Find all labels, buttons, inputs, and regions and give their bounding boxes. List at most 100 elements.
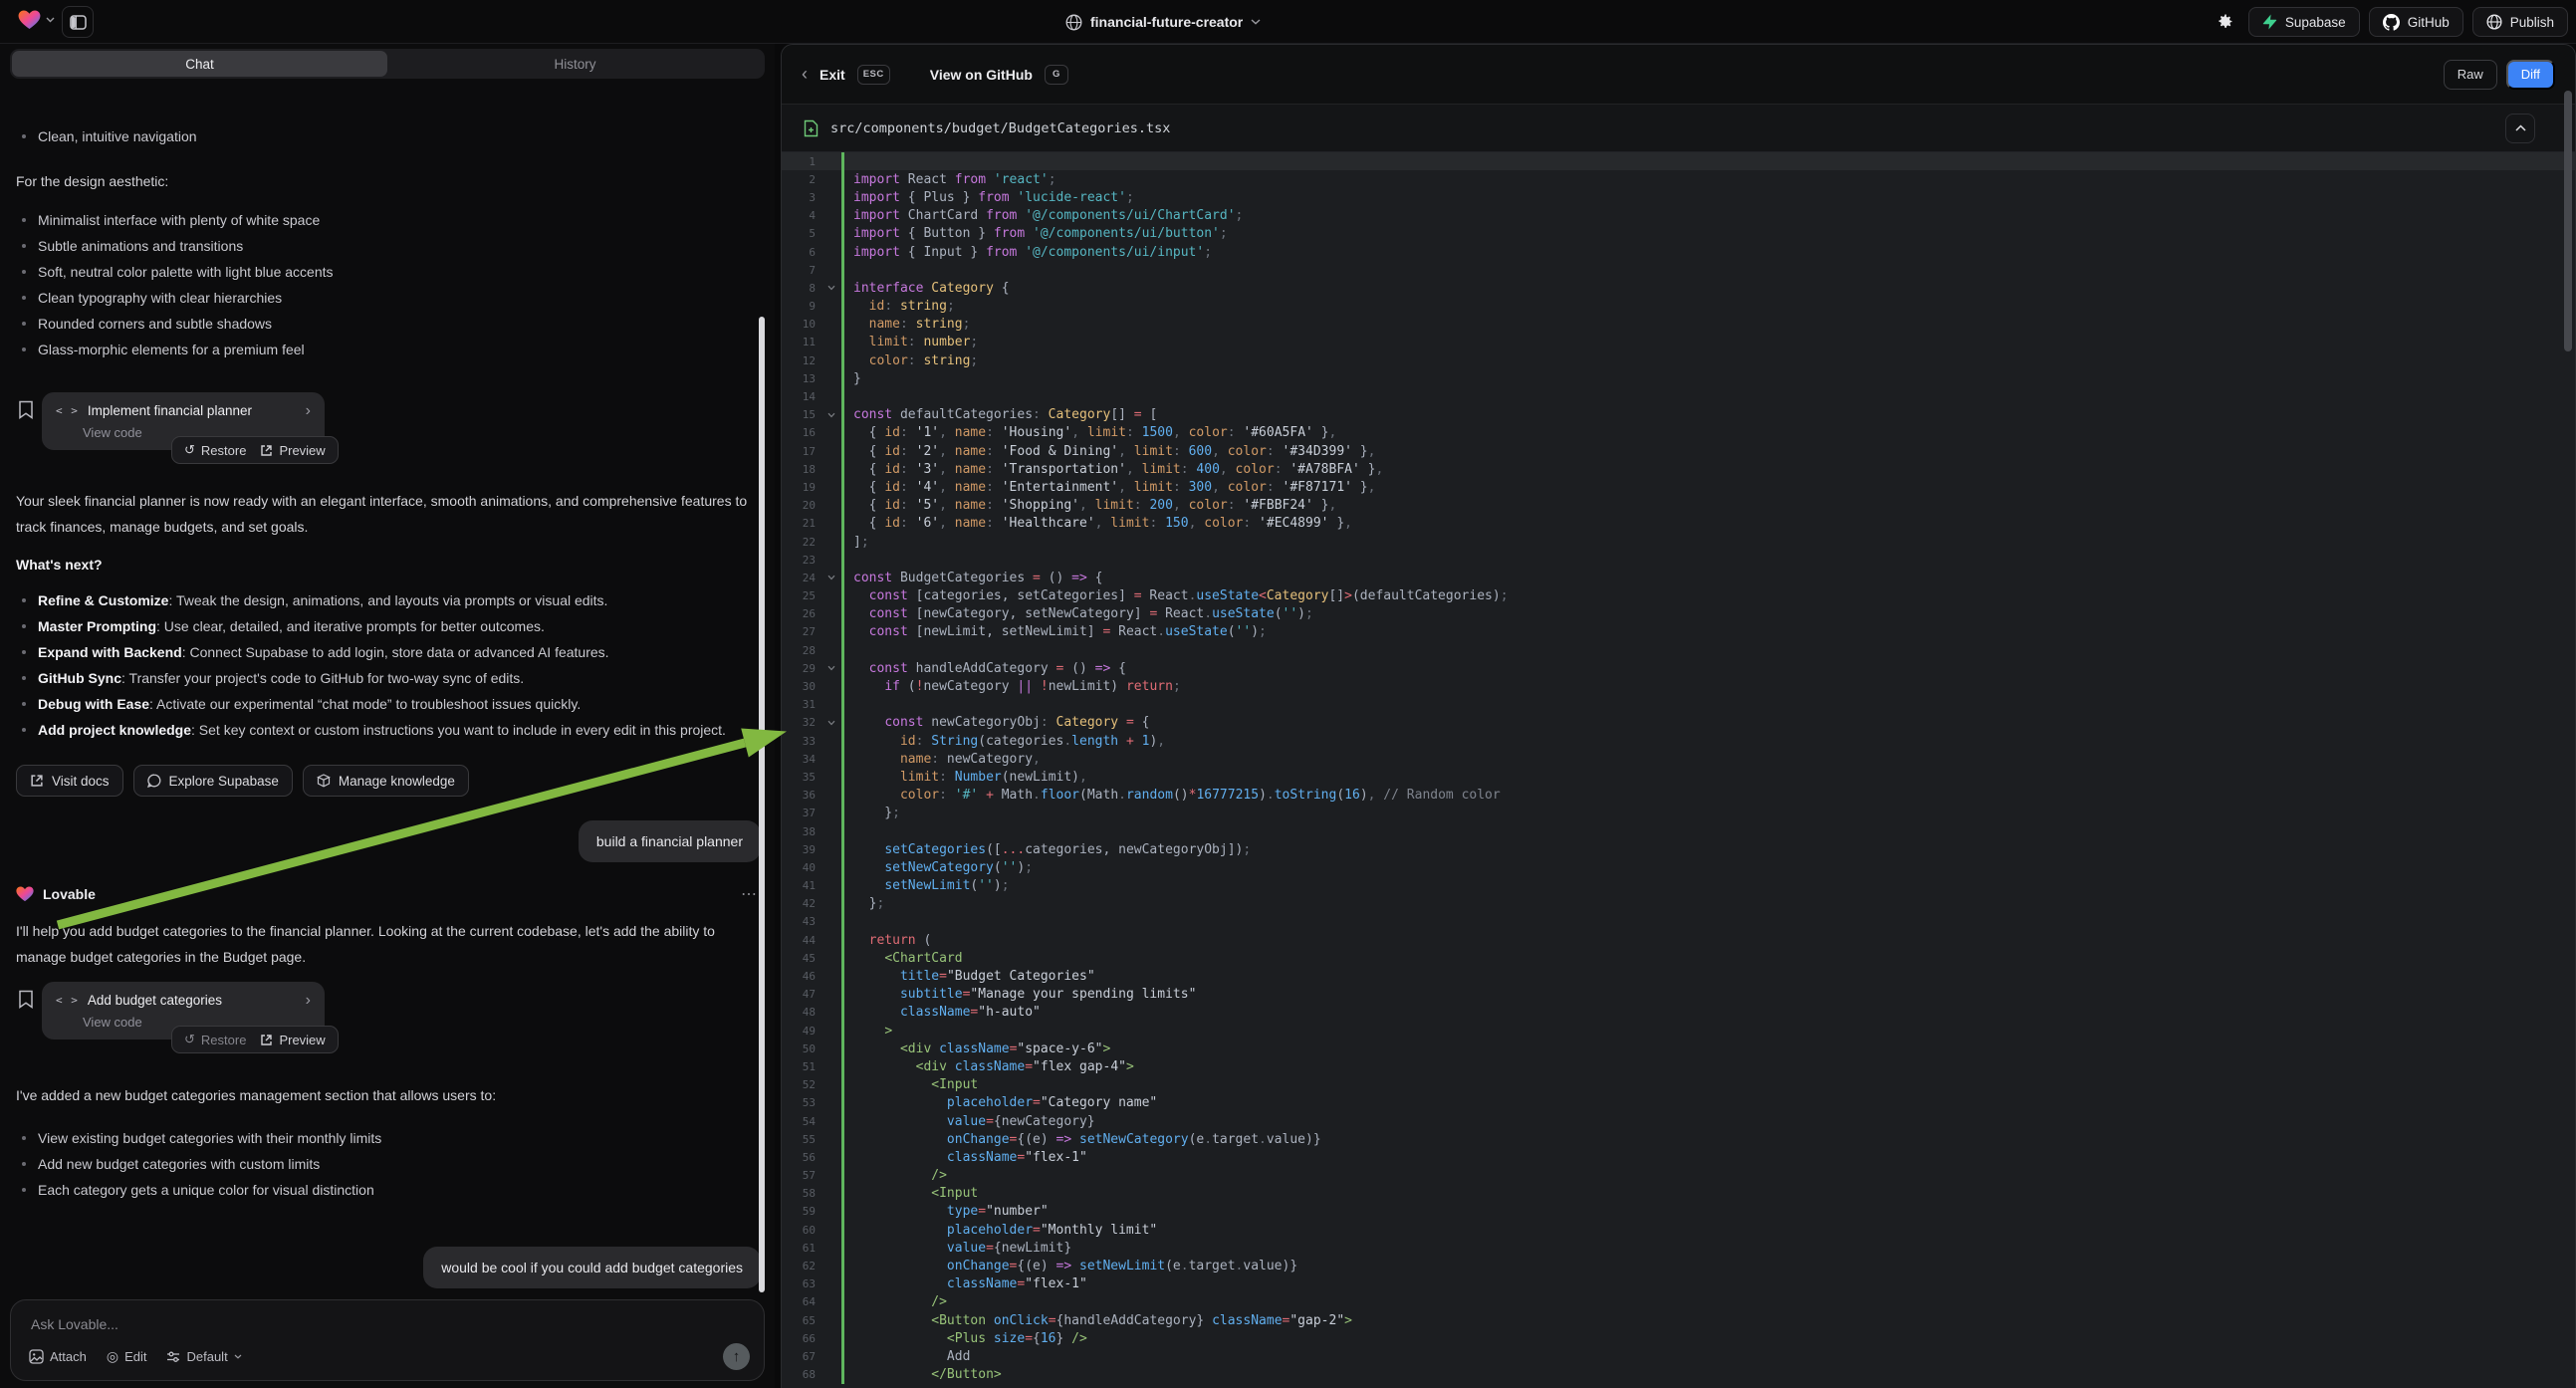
code-line: 63 className="flex-1" bbox=[782, 1275, 2575, 1293]
external-link-icon bbox=[260, 444, 273, 457]
topbar-actions: Supabase GitHub Publish bbox=[2210, 7, 2568, 37]
code-line: 66 <Plus size={16} /> bbox=[782, 1329, 2575, 1347]
line-number: 3 bbox=[782, 191, 827, 204]
line-number: 64 bbox=[782, 1295, 827, 1308]
added-heading: I've added a new budget categories manag… bbox=[16, 1085, 496, 1105]
collapse-file-button[interactable] bbox=[2505, 114, 2535, 143]
code-line: 55 onChange={(e) => setNewCategory(e.tar… bbox=[782, 1130, 2575, 1148]
code-line: 47 subtitle="Manage your spending limits… bbox=[782, 986, 2575, 1004]
line-number: 30 bbox=[782, 680, 827, 693]
code-line: 43 bbox=[782, 913, 2575, 931]
action-manage-knowledge[interactable]: Manage knowledge bbox=[303, 765, 469, 797]
code-line: 20 { id: '5', name: 'Shopping', limit: 2… bbox=[782, 497, 2575, 515]
composer-input[interactable]: Ask Lovable... bbox=[31, 1316, 744, 1332]
code-line: 50 <div className="space-y-6"> bbox=[782, 1040, 2575, 1057]
bullet-dot bbox=[22, 244, 26, 248]
fold-toggle[interactable] bbox=[827, 285, 841, 291]
code-line: 46 title="Budget Categories" bbox=[782, 967, 2575, 985]
code-line: 34 name: newCategory, bbox=[782, 750, 2575, 768]
code-line: 38 bbox=[782, 822, 2575, 840]
chat-scrollbar[interactable] bbox=[759, 317, 765, 1292]
bullet-dot bbox=[22, 702, 26, 706]
chevron-right-icon: › bbox=[306, 404, 311, 418]
line-number: 26 bbox=[782, 607, 827, 620]
line-number: 47 bbox=[782, 988, 827, 1001]
code-line: 32 const newCategoryObj: Category = { bbox=[782, 714, 2575, 732]
publish-button[interactable]: Publish bbox=[2472, 7, 2568, 37]
chat-tab-bar: Chat History bbox=[10, 49, 765, 79]
action-label: Visit docs bbox=[52, 774, 110, 789]
list-item: Expand with Backend: Connect Supabase to… bbox=[16, 639, 726, 665]
code-line: 60 placeholder="Monthly limit" bbox=[782, 1221, 2575, 1239]
bullet-dot bbox=[22, 347, 26, 351]
exit-button[interactable]: Exit bbox=[820, 67, 845, 83]
version-card-row: < > Add budget categories › View code ↺R… bbox=[16, 982, 325, 1040]
preview-button[interactable]: Preview bbox=[260, 1033, 325, 1047]
globe-icon bbox=[1065, 14, 1082, 31]
send-button[interactable]: ↑ bbox=[723, 1343, 750, 1370]
tab-history[interactable]: History bbox=[387, 51, 763, 77]
mode-selector[interactable]: Default bbox=[166, 1349, 241, 1364]
code-line: 51 <div className="flex gap-4"> bbox=[782, 1057, 2575, 1075]
attach-image-icon bbox=[29, 1349, 44, 1364]
edit-button[interactable]: ◎ Edit bbox=[107, 1348, 147, 1365]
composer[interactable]: Ask Lovable... Attach ◎ Edit Default ↑ bbox=[10, 1299, 765, 1381]
view-on-github-button[interactable]: View on GitHub bbox=[930, 67, 1033, 83]
code-line: 17 { id: '2', name: 'Food & Dining', lim… bbox=[782, 442, 2575, 460]
fold-chevron-icon bbox=[827, 412, 835, 418]
action-explore-supabase[interactable]: Explore Supabase bbox=[133, 765, 293, 797]
line-number: 15 bbox=[782, 408, 827, 421]
action-visit-docs[interactable]: Visit docs bbox=[16, 765, 123, 797]
restore-button[interactable]: ↺Restore bbox=[184, 442, 246, 458]
list-item: Add new budget categories with custom li… bbox=[16, 1151, 381, 1177]
project-selector[interactable]: financial-future-creator bbox=[1065, 0, 1261, 44]
code-line: 2import React from 'react'; bbox=[782, 170, 2575, 188]
line-number: 50 bbox=[782, 1042, 827, 1055]
message-menu-button[interactable]: ⋯ bbox=[741, 884, 757, 904]
version-card-add-budget-categories[interactable]: < > Add budget categories › View code ↺R… bbox=[42, 982, 325, 1040]
raw-toggle-button[interactable]: Raw bbox=[2444, 60, 2497, 90]
supabase-button[interactable]: Supabase bbox=[2248, 7, 2360, 37]
code-line: 44 return ( bbox=[782, 931, 2575, 949]
code-line: 53 placeholder="Category name" bbox=[782, 1094, 2575, 1112]
diff-toggle-button[interactable]: Diff bbox=[2506, 60, 2555, 90]
settings-button[interactable] bbox=[2210, 7, 2239, 37]
fold-chevron-icon bbox=[827, 575, 835, 580]
list-item: Glass-morphic elements for a premium fee… bbox=[16, 337, 334, 362]
intro-bullet-list: Clean, intuitive navigation bbox=[16, 123, 197, 149]
line-number: 36 bbox=[782, 789, 827, 802]
fold-toggle[interactable] bbox=[827, 720, 841, 726]
fold-toggle[interactable] bbox=[827, 665, 841, 671]
code-scrollbar[interactable] bbox=[2564, 91, 2572, 351]
line-number: 13 bbox=[782, 372, 827, 385]
g-key-badge: G bbox=[1045, 65, 1068, 85]
line-number: 27 bbox=[782, 625, 827, 638]
github-button[interactable]: GitHub bbox=[2369, 7, 2463, 37]
attach-button[interactable]: Attach bbox=[29, 1349, 87, 1364]
line-number: 11 bbox=[782, 336, 827, 348]
restore-icon: ↺ bbox=[184, 442, 195, 458]
line-number: 29 bbox=[782, 662, 827, 675]
line-number: 49 bbox=[782, 1025, 827, 1038]
preview-button[interactable]: Preview bbox=[260, 443, 325, 458]
list-item: Master Prompting: Use clear, detailed, a… bbox=[16, 613, 726, 639]
code-line: 41 setNewLimit(''); bbox=[782, 877, 2575, 895]
code-line: 35 limit: Number(newLimit), bbox=[782, 768, 2575, 786]
line-number: 12 bbox=[782, 354, 827, 367]
fold-toggle[interactable] bbox=[827, 575, 841, 580]
fold-toggle[interactable] bbox=[827, 412, 841, 418]
version-card-implement-financial-planner[interactable]: < > Implement financial planner › View c… bbox=[42, 392, 325, 450]
code-icon: < > bbox=[56, 994, 79, 1007]
bookmark-icon[interactable] bbox=[18, 400, 34, 450]
bookmark-icon[interactable] bbox=[18, 990, 34, 1040]
line-number: 25 bbox=[782, 589, 827, 602]
lovable-logo-menu[interactable] bbox=[18, 10, 55, 30]
code-editor[interactable]: 12import React from 'react';3import { Pl… bbox=[782, 152, 2575, 1384]
restore-button[interactable]: ↺Restore bbox=[184, 1032, 246, 1047]
sidebar-toggle-button[interactable] bbox=[62, 6, 94, 38]
file-header[interactable]: src/components/budget/BudgetCategories.t… bbox=[782, 105, 2575, 152]
code-line: 37 }; bbox=[782, 805, 2575, 822]
tab-chat[interactable]: Chat bbox=[12, 51, 387, 77]
publish-label: Publish bbox=[2510, 15, 2554, 30]
code-line: 67 Add bbox=[782, 1347, 2575, 1365]
